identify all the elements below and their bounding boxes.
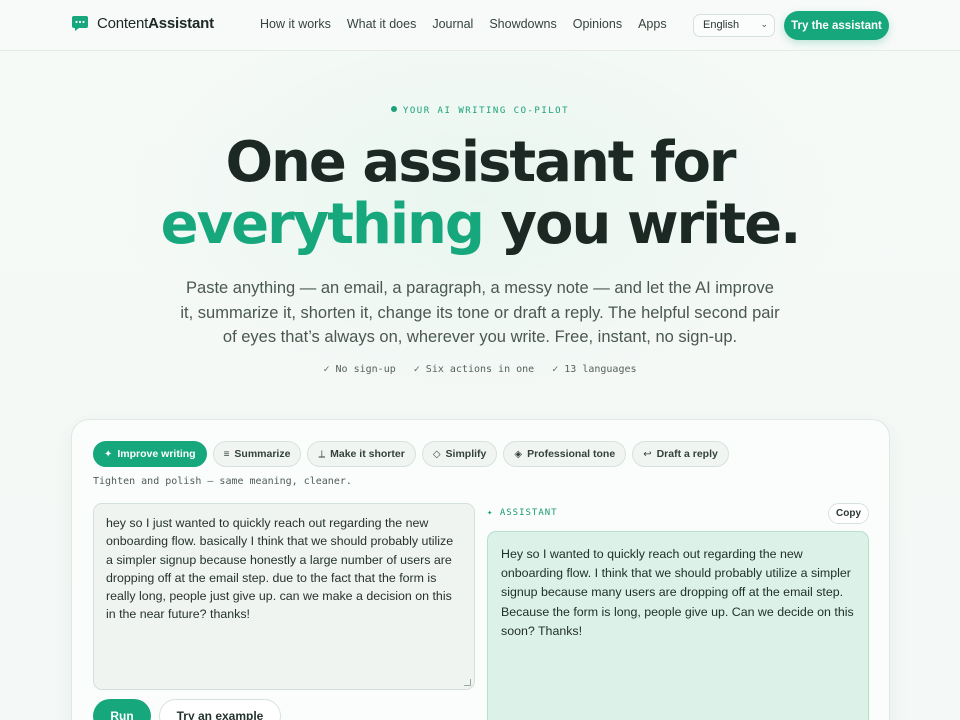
compress-icon: ⟂ (318, 448, 326, 460)
run-button[interactable]: Run (93, 699, 151, 720)
resize-handle-icon[interactable] (464, 679, 471, 686)
nav-link-apps[interactable]: Apps (638, 17, 667, 31)
action-hint: Tighten and polish — same meaning, clean… (93, 476, 352, 487)
nav-link-how-it-works[interactable]: How it works (260, 17, 331, 31)
brand-logo[interactable]: ContentAssistant (71, 15, 214, 32)
nav-links: How it works What it does Journal Showdo… (260, 17, 667, 31)
action-draft-reply[interactable]: ↩ Draft a reply (632, 441, 729, 467)
try-assistant-button[interactable]: Try the assistant (784, 11, 889, 40)
action-make-shorter[interactable]: ⟂ Make it shorter (307, 441, 416, 467)
assistant-tool-card: ✦ Improve writing ≡ Summarize ⟂ Make it sho… (71, 419, 890, 720)
input-textarea[interactable]: hey so I just wanted to quickly reach ou… (93, 503, 475, 690)
top-nav: ContentAssistant How it works What it do… (0, 0, 960, 51)
nav-link-what-it-does[interactable]: What it does (347, 17, 416, 31)
assistant-output: Hey so I wanted to quickly reach out reg… (487, 531, 869, 720)
check-six-actions: ✓ Six actions in one (413, 364, 535, 375)
action-professional-tone[interactable]: ◈ Professional tone (503, 441, 627, 467)
hero-eyebrow: YOUR AI WRITING CO-PILOT (0, 106, 960, 116)
brand-name: ContentAssistant (97, 15, 214, 32)
diamond-icon: ◇ (432, 448, 441, 460)
hero-title: One assistant for everything you write. (160, 130, 802, 257)
sparkle-icon: ✦ (104, 448, 113, 460)
try-example-button[interactable]: Try an example (159, 699, 281, 720)
action-improve-writing[interactable]: ✦ Improve writing (93, 441, 207, 467)
copy-button[interactable]: Copy (828, 503, 869, 524)
hero-subtitle: Paste anything — an email, a paragraph, … (180, 279, 780, 346)
hero-title-accent: everything (160, 192, 485, 257)
action-summarize[interactable]: ≡ Summarize (212, 441, 302, 467)
action-simplify[interactable]: ◇ Simplify (421, 441, 498, 467)
action-chips: ✦ Improve writing ≡ Summarize ⟂ Make it sho… (93, 441, 729, 467)
feature-checks: ✓ No sign-up ✓ Six actions in one ✓ 13 l… (0, 364, 960, 375)
check-languages: ✓ 13 languages (552, 364, 637, 375)
nav-link-showdowns[interactable]: Showdowns (489, 17, 556, 31)
language-select-value: English (703, 19, 740, 31)
language-select[interactable]: English ⌄ (693, 14, 775, 37)
reply-icon: ↩ (643, 448, 652, 460)
assistant-label: ✦ ASSISTANT (487, 508, 558, 518)
chevron-down-icon: ⌄ (760, 19, 768, 29)
chat-bubble-icon (72, 16, 88, 31)
input-text: hey so I just wanted to quickly reach ou… (106, 516, 454, 622)
nav-link-journal[interactable]: Journal (432, 17, 473, 31)
lines-icon: ≡ (223, 448, 230, 460)
diamond-filled-icon: ◈ (514, 448, 523, 460)
nav-link-opinions[interactable]: Opinions (573, 17, 622, 31)
dot-icon (390, 106, 397, 112)
check-no-signup: ✓ No sign-up (323, 364, 396, 375)
